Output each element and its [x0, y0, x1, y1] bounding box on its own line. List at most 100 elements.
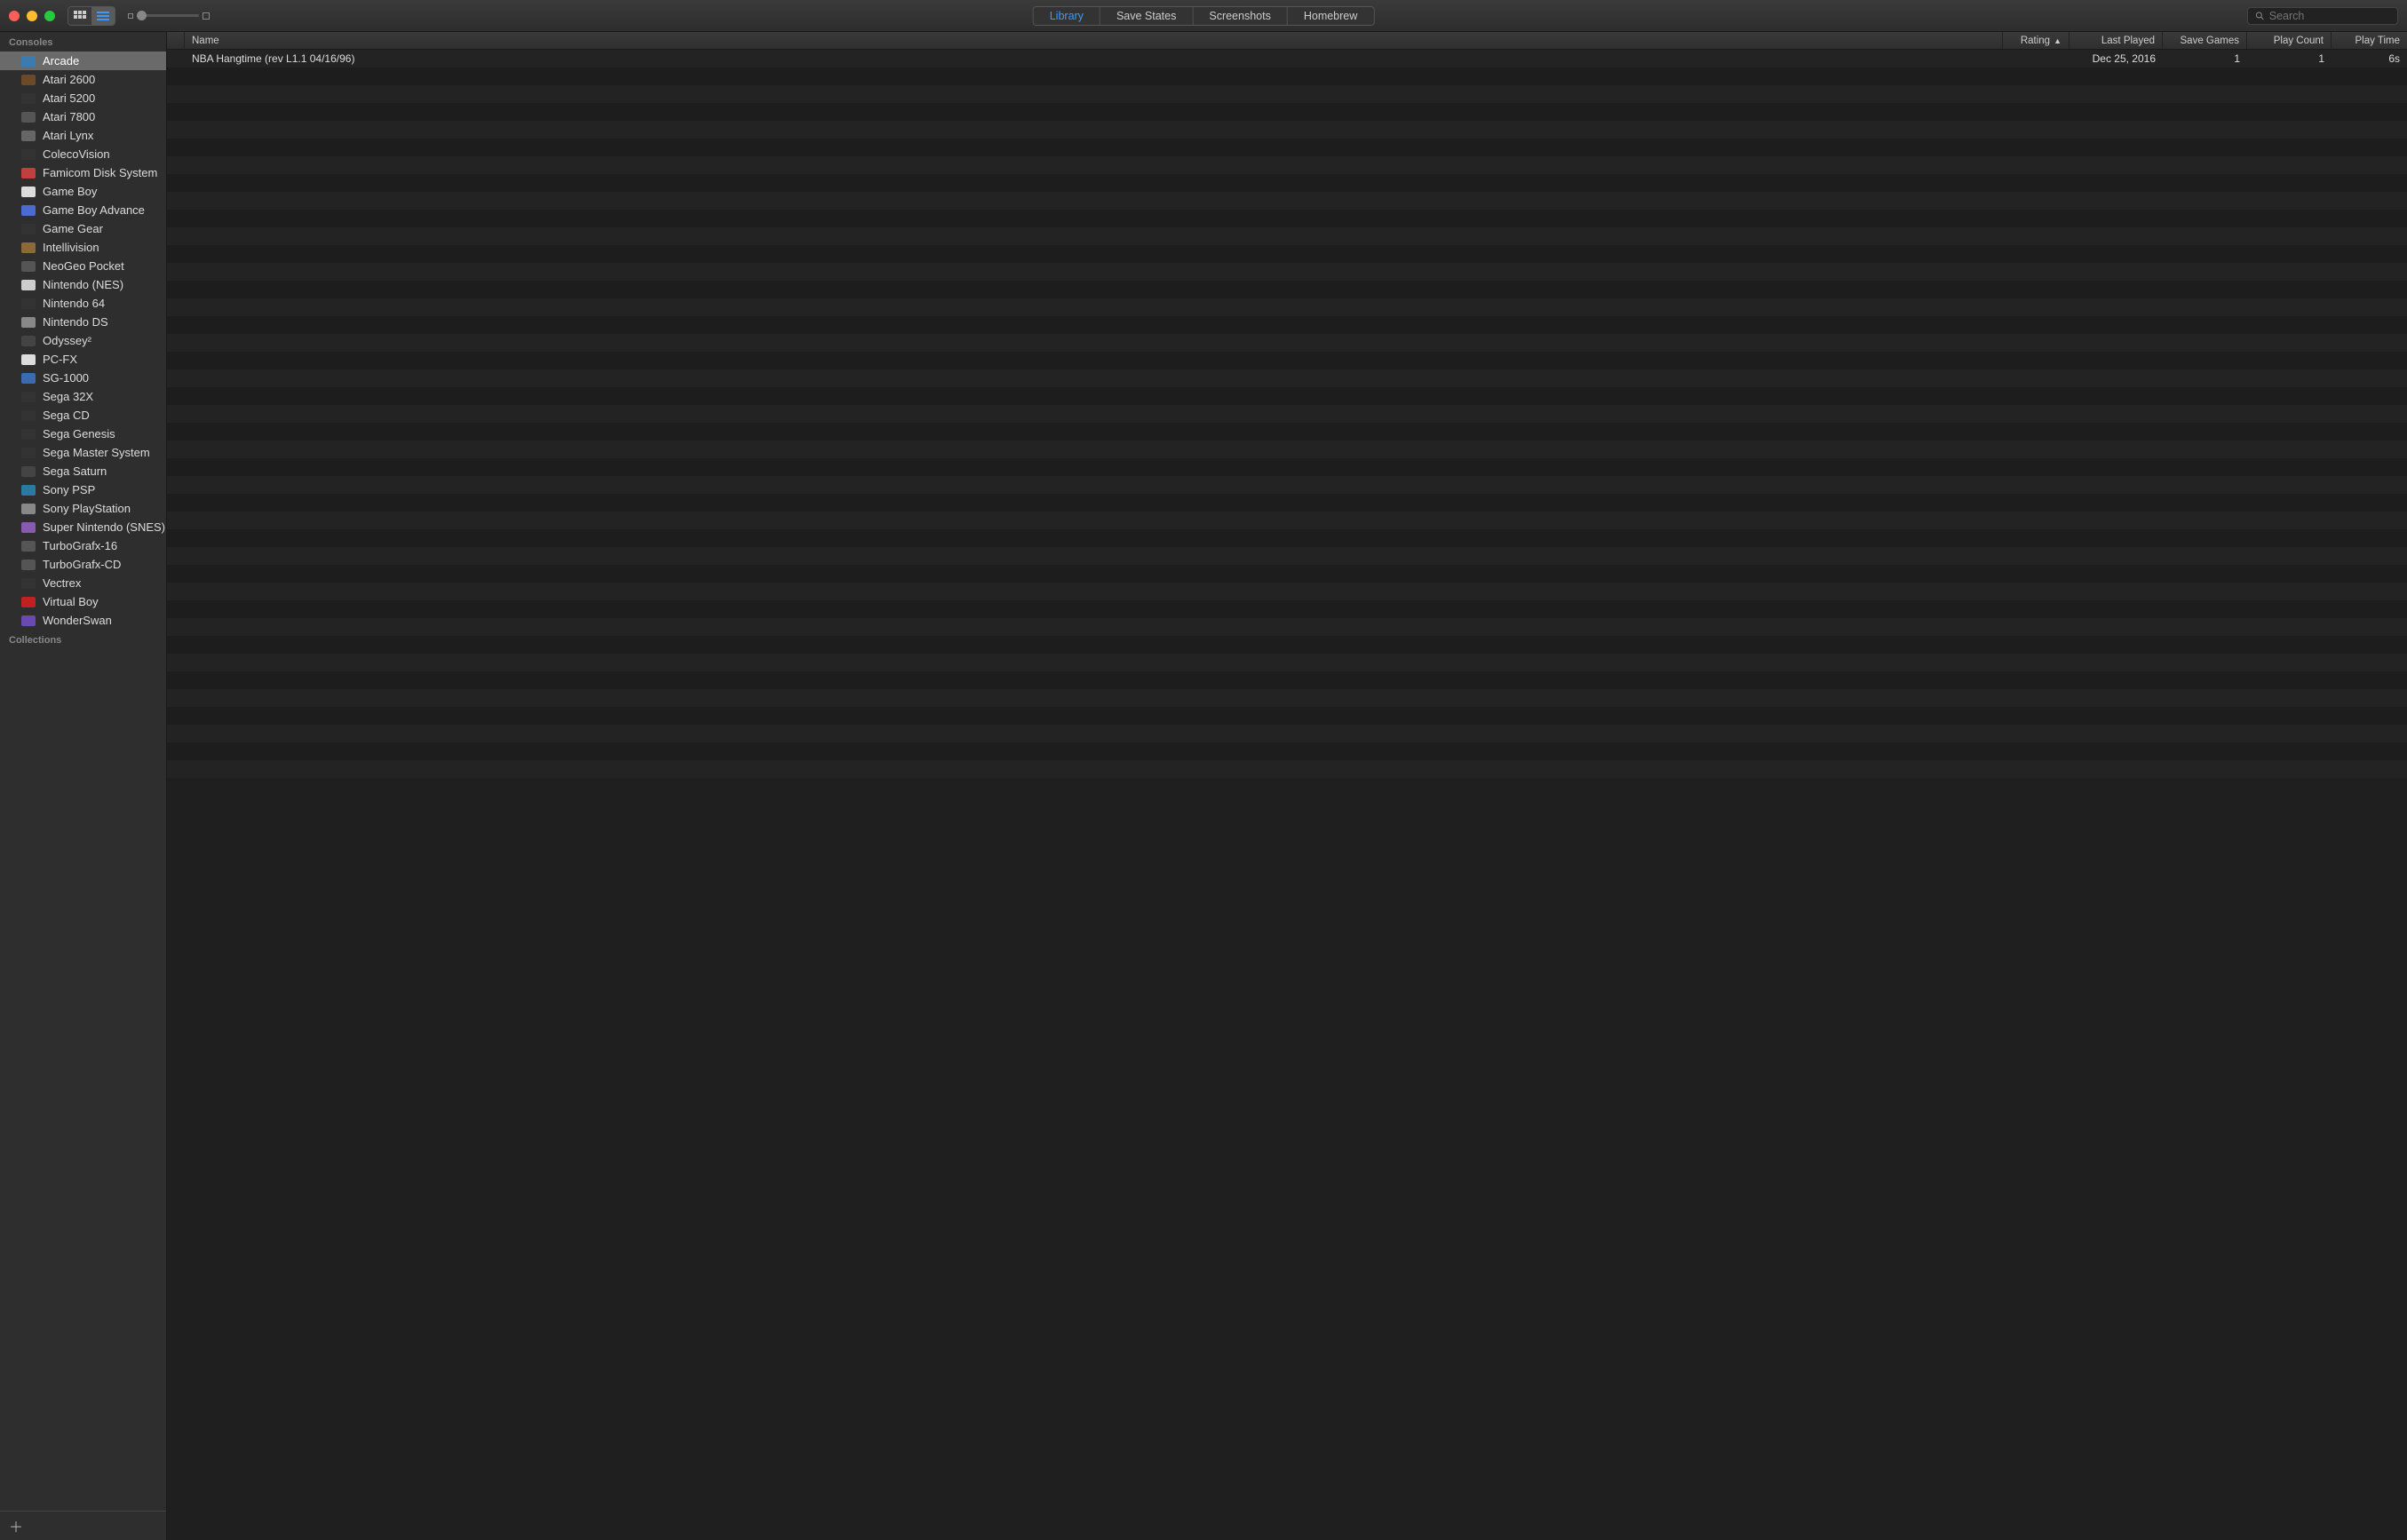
grid-view-button[interactable] — [68, 7, 91, 25]
sidebar-item-label: Intellivision — [43, 241, 99, 254]
sidebar-item-wonderswan[interactable]: WonderSwan — [0, 611, 166, 630]
slider-track[interactable] — [137, 14, 199, 17]
tab-library[interactable]: Library — [1034, 7, 1100, 25]
column-rating[interactable]: Rating▲ — [2003, 32, 2069, 49]
list-icon — [97, 11, 109, 21]
sidebar-item-sony-playstation[interactable]: Sony PlayStation — [0, 499, 166, 518]
sidebar-item-label: Famicom Disk System — [43, 166, 157, 179]
console-icon — [21, 392, 36, 402]
search-field[interactable] — [2247, 7, 2398, 25]
zoom-window-button[interactable] — [44, 11, 55, 21]
large-size-icon — [203, 12, 210, 20]
sidebar-item-game-gear[interactable]: Game Gear — [0, 219, 166, 238]
console-icon — [21, 112, 36, 123]
table-row-empty — [167, 529, 2407, 547]
minimize-window-button[interactable] — [27, 11, 37, 21]
console-icon — [21, 93, 36, 104]
table-row-empty — [167, 156, 2407, 174]
sidebar-item-intellivision[interactable]: Intellivision — [0, 238, 166, 257]
slider-knob[interactable] — [137, 11, 147, 20]
toolbar: LibrarySave StatesScreenshotsHomebrew — [0, 0, 2407, 32]
console-icon — [21, 429, 36, 440]
sidebar-item-sega-genesis[interactable]: Sega Genesis — [0, 425, 166, 443]
table-row-empty — [167, 103, 2407, 121]
console-icon — [21, 448, 36, 458]
sidebar-item-vectrex[interactable]: Vectrex — [0, 574, 166, 592]
console-icon — [21, 541, 36, 552]
console-icon — [21, 578, 36, 589]
sidebar-item-colecovision[interactable]: ColecoVision — [0, 145, 166, 163]
sidebar-item-game-boy-advance[interactable]: Game Boy Advance — [0, 201, 166, 219]
column-rating-label: Rating — [2021, 36, 2050, 46]
sidebar-item-atari-7800[interactable]: Atari 7800 — [0, 107, 166, 126]
sidebar-item-nintendo-64[interactable]: Nintendo 64 — [0, 294, 166, 313]
sidebar-item-arcade[interactable]: Arcade — [0, 52, 166, 70]
main-list: Name Rating▲ Last Played Save Games Play… — [167, 32, 2407, 1540]
sidebar-item-sega-cd[interactable]: Sega CD — [0, 406, 166, 425]
table-row-empty — [167, 725, 2407, 742]
sidebar-item-famicom-disk-system[interactable]: Famicom Disk System — [0, 163, 166, 182]
table-row-empty — [167, 583, 2407, 600]
search-input[interactable] — [2269, 10, 2390, 22]
sidebar-item-label: Sega Master System — [43, 446, 150, 459]
table-row-empty — [167, 458, 2407, 476]
column-name[interactable]: Name — [185, 32, 2003, 49]
sidebar-item-game-boy[interactable]: Game Boy — [0, 182, 166, 201]
table-row-empty — [167, 85, 2407, 103]
tab-screenshots[interactable]: Screenshots — [1193, 7, 1287, 25]
sidebar-item-sg-1000[interactable]: SG-1000 — [0, 369, 166, 387]
sidebar-item-label: Game Boy Advance — [43, 203, 145, 217]
tab-homebrew[interactable]: Homebrew — [1288, 7, 1373, 25]
console-icon — [21, 131, 36, 141]
tab-save-states[interactable]: Save States — [1100, 7, 1193, 25]
sidebar-item-super-nintendo-snes-[interactable]: Super Nintendo (SNES) — [0, 518, 166, 536]
sidebar-item-neogeo-pocket[interactable]: NeoGeo Pocket — [0, 257, 166, 275]
close-window-button[interactable] — [9, 11, 20, 21]
sidebar-item-odyssey-[interactable]: Odyssey² — [0, 331, 166, 350]
sidebar-item-label: TurboGrafx-16 — [43, 539, 117, 552]
console-icon — [21, 466, 36, 477]
list-view-button[interactable] — [91, 7, 115, 25]
table-row-empty — [167, 618, 2407, 636]
table-row-empty — [167, 671, 2407, 689]
sidebar-item-turbografx-cd[interactable]: TurboGrafx-CD — [0, 555, 166, 574]
grid-size-slider[interactable] — [128, 12, 210, 20]
sidebar-item-atari-5200[interactable]: Atari 5200 — [0, 89, 166, 107]
sidebar-item-sega-master-system[interactable]: Sega Master System — [0, 443, 166, 462]
sidebar-item-label: SG-1000 — [43, 371, 89, 385]
sidebar-item-atari-lynx[interactable]: Atari Lynx — [0, 126, 166, 145]
table-row[interactable]: NBA Hangtime (rev L1.1 04/16/96)Dec 25, … — [167, 50, 2407, 67]
sidebar-item-virtual-boy[interactable]: Virtual Boy — [0, 592, 166, 611]
sidebar-section-collections: Collections — [0, 630, 166, 649]
sidebar-item-sega-saturn[interactable]: Sega Saturn — [0, 462, 166, 480]
body: ConsolesArcadeAtari 2600Atari 5200Atari … — [0, 32, 2407, 1540]
console-icon — [21, 373, 36, 384]
cell-last: Dec 25, 2016 — [2069, 52, 2163, 65]
column-play-time[interactable]: Play Time — [2332, 32, 2407, 49]
table-row-empty — [167, 192, 2407, 210]
sidebar-item-sega-32x[interactable]: Sega 32X — [0, 387, 166, 406]
sidebar-item-label: Sega 32X — [43, 390, 93, 403]
column-blank[interactable] — [167, 32, 185, 49]
sidebar-item-pc-fx[interactable]: PC-FX — [0, 350, 166, 369]
sidebar-scroll[interactable]: ConsolesArcadeAtari 2600Atari 5200Atari … — [0, 32, 166, 1511]
console-icon — [21, 597, 36, 607]
sidebar-item-nintendo-nes-[interactable]: Nintendo (NES) — [0, 275, 166, 294]
table-row-empty — [167, 334, 2407, 352]
sidebar-item-nintendo-ds[interactable]: Nintendo DS — [0, 313, 166, 331]
small-size-icon — [128, 13, 133, 19]
column-save-games[interactable]: Save Games — [2163, 32, 2247, 49]
sidebar-item-atari-2600[interactable]: Atari 2600 — [0, 70, 166, 89]
table-row-empty — [167, 565, 2407, 583]
table-row-empty — [167, 67, 2407, 85]
table-body[interactable]: NBA Hangtime (rev L1.1 04/16/96)Dec 25, … — [167, 50, 2407, 1540]
sidebar-item-label: Arcade — [43, 54, 79, 67]
add-collection-button[interactable]: ＋ — [7, 1515, 25, 1536]
sidebar-item-turbografx-16[interactable]: TurboGrafx-16 — [0, 536, 166, 555]
console-icon — [21, 615, 36, 626]
column-name-label: Name — [192, 36, 219, 46]
sidebar-item-label: Game Gear — [43, 222, 103, 235]
column-play-count[interactable]: Play Count — [2247, 32, 2332, 49]
sidebar-item-sony-psp[interactable]: Sony PSP — [0, 480, 166, 499]
column-last-played[interactable]: Last Played — [2069, 32, 2163, 49]
